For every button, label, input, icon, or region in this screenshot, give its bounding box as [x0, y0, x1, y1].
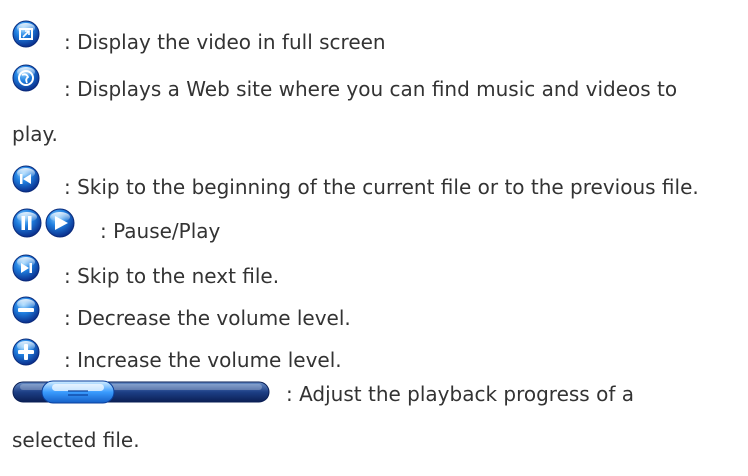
skip-next-icon [12, 254, 40, 282]
pause-play-description: : Pause/Play [100, 219, 221, 243]
volume-decrease-description: : Decrease the volume level. [64, 306, 351, 330]
fullscreen-icon [12, 20, 40, 48]
web-site-description: : Displays a Web site where you can find… [64, 77, 678, 101]
volume-decrease-icon [12, 296, 40, 324]
fullscreen-description: : Display the video in full screen [64, 30, 386, 54]
skip-previous-icon [12, 165, 40, 193]
pause-play-icon [12, 208, 75, 238]
skip-next-description: : Skip to the next file. [64, 264, 280, 288]
web-globe-icon [12, 64, 40, 92]
volume-increase-description: : Increase the volume level. [64, 348, 342, 372]
progress-slider-description: : Adjust the playback progress of a [286, 382, 634, 406]
progress-slider-icon [12, 380, 270, 404]
web-site-description-cont: play. [12, 122, 58, 146]
progress-slider-description-cont: selected file. [12, 428, 140, 452]
volume-increase-icon [12, 338, 40, 366]
skip-previous-description: : Skip to the beginning of the current f… [64, 175, 699, 199]
